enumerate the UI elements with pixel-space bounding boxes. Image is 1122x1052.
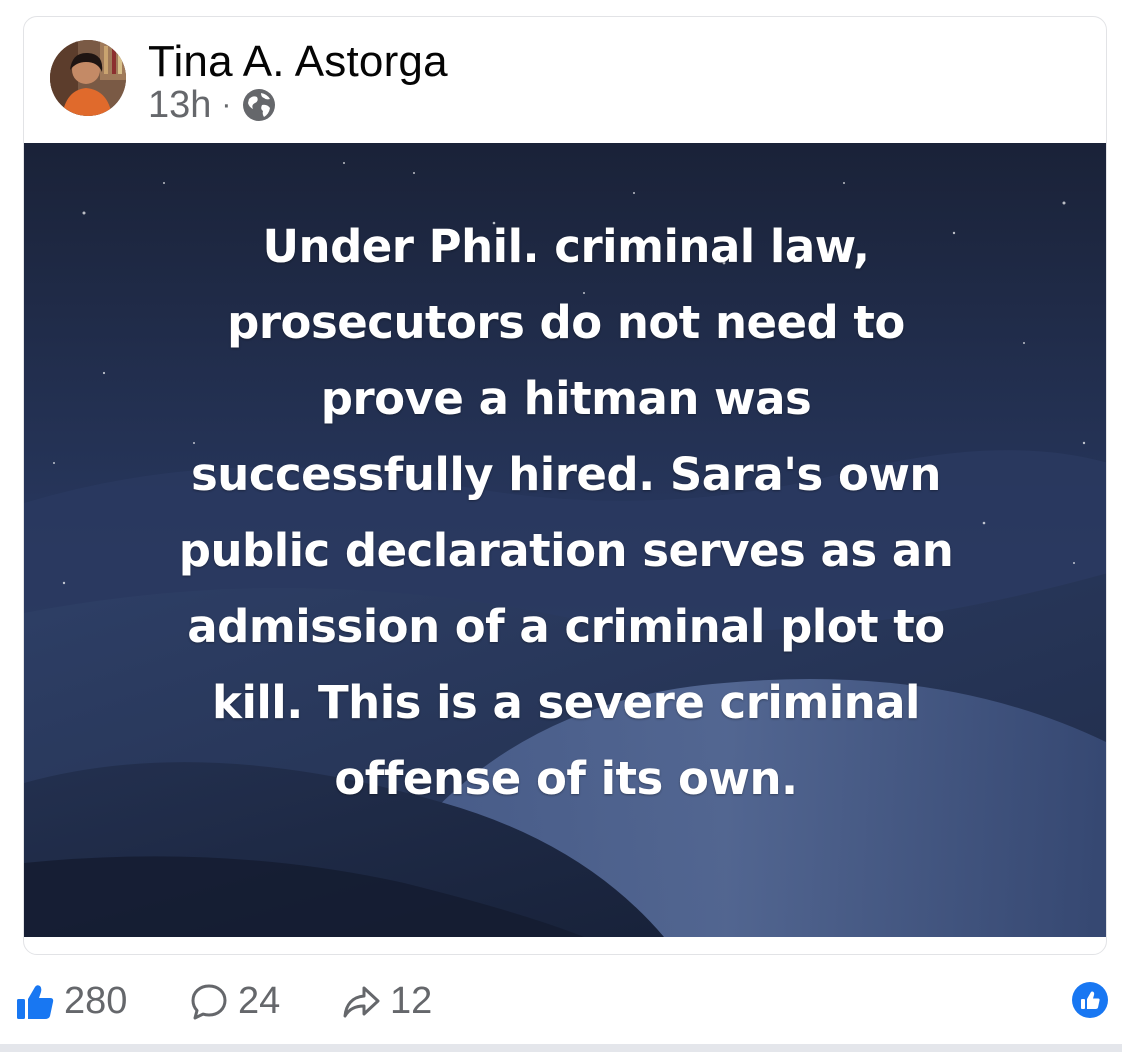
avatar[interactable] xyxy=(50,40,126,116)
comment-count: 24 xyxy=(238,980,281,1022)
like-button[interactable]: 280 xyxy=(14,980,127,1023)
share-count: 12 xyxy=(390,980,433,1022)
thumbs-up-icon xyxy=(17,984,54,1019)
comment-button[interactable]: 24 xyxy=(188,980,280,1023)
post-card: Tina A. Astorga 13h · Under Phil. crimin… xyxy=(23,16,1107,955)
share-button[interactable]: 12 xyxy=(340,980,432,1023)
post-timestamp[interactable]: 13h xyxy=(148,85,211,125)
comment-bubble-icon xyxy=(191,984,227,1019)
post-text: Under Phil. criminal law, prosecutors do… xyxy=(178,220,954,805)
bottom-divider xyxy=(0,1044,1122,1052)
thumbs-up-icon xyxy=(1081,991,1100,1009)
like-count: 280 xyxy=(64,980,128,1022)
share-arrow-icon xyxy=(343,986,380,1017)
meta-separator: · xyxy=(221,88,232,121)
globe-icon[interactable] xyxy=(241,87,277,123)
avatar-image xyxy=(50,40,126,116)
author-name[interactable]: Tina A. Astorga xyxy=(148,37,448,87)
post-image[interactable]: Under Phil. criminal law, prosecutors do… xyxy=(24,143,1106,937)
post-meta: 13h · xyxy=(148,85,277,125)
page: Tina A. Astorga 13h · Under Phil. crimin… xyxy=(0,0,1122,1052)
like-reaction-badge[interactable] xyxy=(1072,982,1108,1018)
post-header: Tina A. Astorga 13h · xyxy=(24,17,1106,143)
post-actions-bar: 280 24 12 xyxy=(0,962,1122,1040)
